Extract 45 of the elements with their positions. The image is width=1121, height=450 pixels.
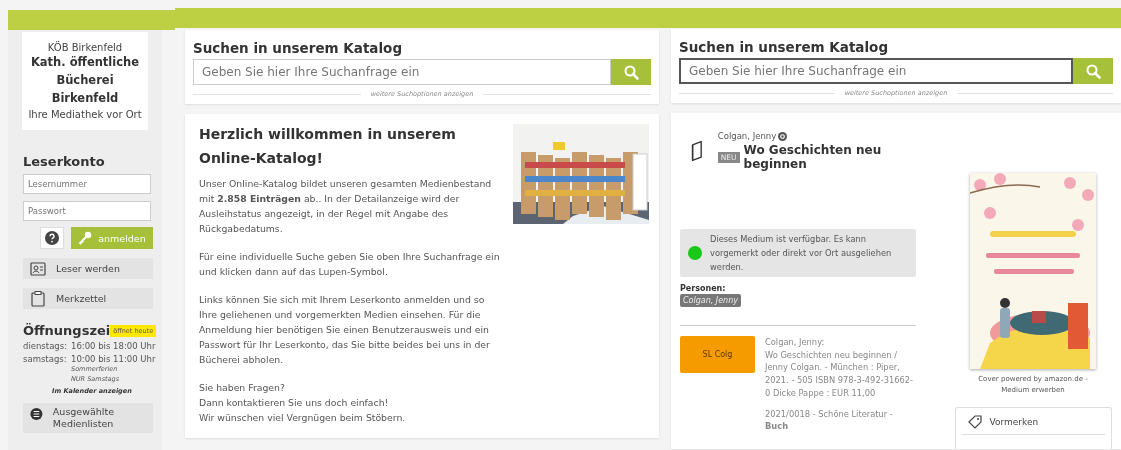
description-text: Wo Geschichten neu beginnen / Jenny Colgan. - München : Piper, 2021. - 505 ISBN 978-3-492-31662-0 Dicke Pappe : EUR 11,00 (765, 348, 915, 400)
shelf-mark: SL Colg (680, 336, 755, 373)
login-field[interactable]: Lesernummer (23, 174, 151, 194)
sidebar-link[interactable]: Ausgewählte Medienlisten (23, 403, 153, 433)
at-sign-icon (778, 131, 788, 141)
author-link[interactable]: Colgan, Jenny (717, 131, 777, 141)
account-heading: Leserkonto (23, 154, 106, 169)
welcome-paragraph: Für eine individuelle Suche geben Sie oben Ihre Suchanfrage ein und klicken dann auf das Lupen-Symbol. (199, 250, 501, 279)
search-icon (1085, 63, 1101, 79)
search-button[interactable] (611, 59, 651, 85)
key-icon (78, 231, 93, 245)
weekday-label: dienstags: (23, 341, 69, 351)
persons-label: Personen: (680, 284, 727, 293)
search-icon (623, 64, 639, 80)
opening-time: 16:00 bis 18:00 Uhr (71, 341, 156, 351)
weekday-label: samstags: (23, 354, 68, 366)
search-title: Suchen in unserem Katalog (193, 40, 404, 56)
library-owner: KÖB Birkenfeld (46, 42, 124, 53)
help-button[interactable] (40, 227, 64, 249)
help-icon (45, 231, 59, 245)
welcome-paragraph: Sie haben Fragen? Dann kontaktieren Sie uns doch einfach! Wir wünschen viel Vergnügen beim Stöbern. (199, 381, 407, 425)
item-title: Wo Geschichten neu beginnen (743, 143, 883, 171)
description-text: Colgan, Jenny: (765, 336, 826, 349)
classification-text: 2021/0018 - Schöne Literatur - Buch (765, 407, 894, 433)
search-field[interactable]: Geben Sie hier Ihre Suchanfrage ein (679, 58, 1073, 84)
welcome-paragraph: Links können Sie sich mit Ihrem Leserkonto anmelden und so Ihre geliehenen und vorgemerkten Medien einsehen. Für die Anmeldung hier benötigen Sie einen Benutzerausweis und ein Passwort für Ihr Leserkonto, das Sie bitte beides bei uns in der Bücherei abholen. (199, 293, 491, 367)
library-tagline: Ihre Mediathek vor Ort (27, 109, 143, 120)
login-field[interactable]: Passwort (23, 201, 151, 221)
sidebar-link[interactable]: Leser werden (23, 258, 153, 279)
welcome-paragraph: Unser Online-Katalog bildet unseren gesamten Medienbestand mit 2.858 Einträgen ab.. In der Detailanzeige wird der Ausleihstatus angezeigt, in der Regel mit Angabe des Rückgabedatums. (199, 177, 493, 236)
book-icon (690, 139, 704, 163)
reserve-button[interactable]: Vormerken (961, 412, 1105, 435)
person-tag[interactable]: Colgan, Jenny (680, 294, 741, 307)
search-title: Suchen in unserem Katalog (679, 39, 890, 55)
id-card-icon (30, 260, 46, 277)
welcome-heading: Herzlich willkommen in unserem Online-Katalog! (199, 125, 457, 168)
library-name: Kath. öffentliche Bücherei Birkenfeld (29, 54, 141, 107)
clipboard-icon (30, 290, 46, 307)
list-icon (30, 406, 43, 422)
availability-text: Dieses Medium ist verfügbar. Es kann vorgemerkt oder direkt vor Ort ausgeliehen werden. (710, 233, 893, 274)
tag-icon (967, 415, 982, 429)
search-button[interactable] (1073, 58, 1113, 84)
sidebar-link[interactable]: Merkzettel (23, 288, 153, 309)
opening-time: 10:00 bis 11:00 Uhr (71, 354, 156, 364)
opening-hours-heading: Öffnungszei (23, 323, 111, 338)
